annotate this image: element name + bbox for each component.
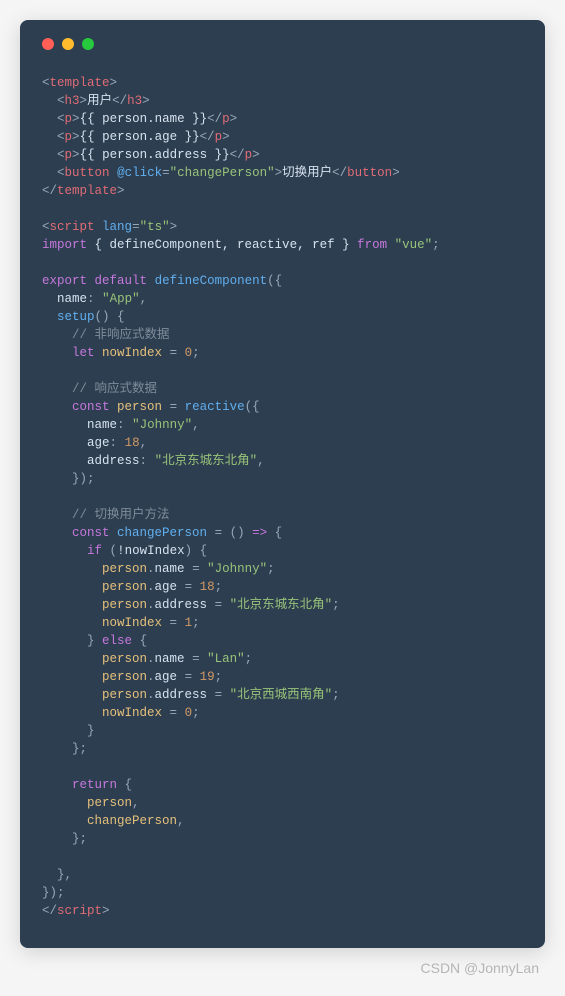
- code-window: <template> <h3>用户</h3> <p>{{ person.name…: [20, 20, 545, 948]
- window-titlebar: [42, 38, 523, 50]
- close-icon: [42, 38, 54, 50]
- minimize-icon: [62, 38, 74, 50]
- watermark-text: CSDN @JonnyLan: [20, 960, 545, 976]
- code-block: <template> <h3>用户</h3> <p>{{ person.name…: [42, 74, 523, 920]
- maximize-icon: [82, 38, 94, 50]
